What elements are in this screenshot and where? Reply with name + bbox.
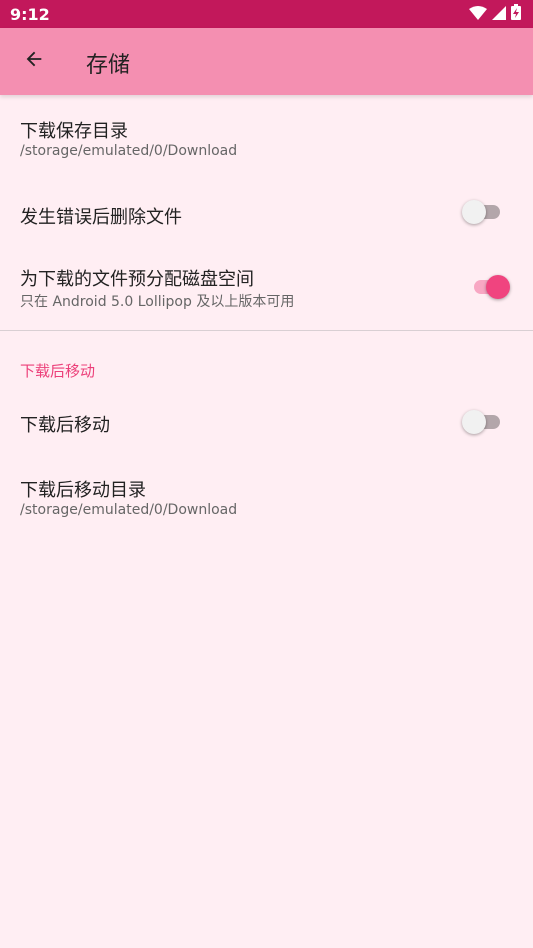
arrow-back-icon — [23, 48, 45, 74]
pref-title: 下载后移动 — [20, 415, 110, 436]
signal-icon — [492, 5, 506, 24]
category-header: 下载后移动 — [20, 362, 96, 380]
preallocate-switch[interactable] — [470, 274, 510, 300]
switch-thumb — [462, 410, 486, 434]
pref-preallocate[interactable]: 为下载的文件预分配磁盘空间 只在 Android 5.0 Lollipop 及以… — [0, 245, 533, 330]
pref-delete-on-error[interactable]: 发生错误后删除文件 — [0, 180, 533, 245]
pref-title: 发生错误后删除文件 — [20, 207, 182, 228]
status-time: 9:12 — [10, 4, 50, 24]
app-bar: 存储 — [0, 28, 533, 95]
status-bar: 9:12 — [0, 0, 533, 28]
pref-move-dir[interactable]: 下载后移动目录 /storage/emulated/0/Download — [0, 455, 533, 535]
delete-on-error-switch[interactable] — [462, 199, 502, 225]
page-title: 存储 — [86, 53, 131, 78]
section-divider — [0, 330, 533, 331]
wifi-icon — [469, 5, 487, 24]
pref-summary: /storage/emulated/0/Download — [20, 502, 238, 518]
move-after-switch[interactable] — [462, 409, 502, 435]
pref-title: 为下载的文件预分配磁盘空间 — [20, 269, 254, 290]
pref-summary: 只在 Android 5.0 Lollipop 及以上版本可用 — [20, 294, 295, 310]
pref-summary: /storage/emulated/0/Download — [20, 143, 238, 159]
pref-title: 下载保存目录 — [20, 121, 128, 142]
battery-charging-icon — [511, 4, 521, 24]
switch-thumb — [462, 200, 486, 224]
pref-download-dir[interactable]: 下载保存目录 /storage/emulated/0/Download — [0, 95, 533, 180]
pref-move-after[interactable]: 下载后移动 — [0, 390, 533, 455]
back-button[interactable] — [12, 39, 56, 83]
switch-thumb — [486, 275, 510, 299]
pref-title: 下载后移动目录 — [20, 480, 146, 501]
status-icons — [469, 4, 521, 24]
